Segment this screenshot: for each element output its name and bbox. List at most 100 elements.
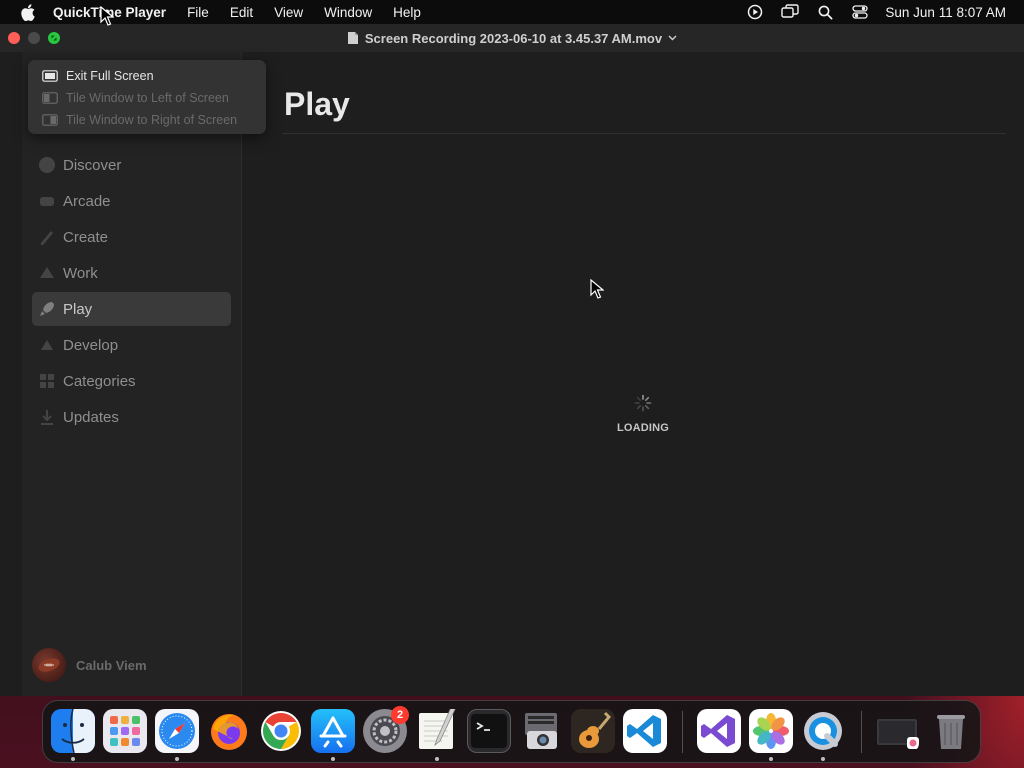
menu-help[interactable]: Help xyxy=(393,5,421,20)
app-store-icon xyxy=(319,716,347,748)
fullscreen-arrows-icon xyxy=(51,35,57,41)
avatar xyxy=(32,648,66,682)
sidebar-item-discover[interactable]: Discover xyxy=(32,148,231,182)
dock-app-firefox[interactable] xyxy=(207,709,251,753)
categories-icon xyxy=(40,374,54,388)
exit-full-screen-icon xyxy=(42,70,58,82)
tile-right-label: Tile Window to Right of Screen xyxy=(66,113,238,127)
screenshot-icon xyxy=(525,713,557,749)
spotlight-search-icon[interactable] xyxy=(816,3,834,21)
arcade-icon xyxy=(40,197,54,206)
launchpad-icon xyxy=(110,716,140,746)
dock-app-chrome[interactable] xyxy=(259,709,303,753)
tile-right-icon xyxy=(42,114,58,126)
exit-full-screen-item[interactable]: Exit Full Screen xyxy=(42,66,154,86)
sidebar-item-label: Arcade xyxy=(63,192,111,210)
dock-app-trash[interactable] xyxy=(929,709,973,753)
window-title-bar[interactable]: Screen Recording 2023-06-10 at 3.45.37 A… xyxy=(0,24,1024,52)
sidebar-item-categories[interactable]: Categories xyxy=(32,364,231,398)
tile-left-icon xyxy=(42,92,58,104)
fullscreen-window-button[interactable] xyxy=(48,32,60,44)
menu-view[interactable]: View xyxy=(274,5,303,20)
title-divider xyxy=(282,133,1006,134)
safari-icon xyxy=(159,713,195,749)
terminal-icon xyxy=(471,714,507,748)
sidebar-item-updates[interactable]: Updates xyxy=(32,400,231,434)
page-title: Play xyxy=(284,86,350,122)
chevron-down-icon[interactable] xyxy=(668,35,677,41)
notification-badge: 2 xyxy=(391,706,409,724)
dock-app-app-store[interactable] xyxy=(311,709,355,753)
dock-app-finder[interactable] xyxy=(51,709,95,753)
firefox-icon xyxy=(211,714,247,750)
sidebar-item-label: Discover xyxy=(63,156,122,174)
menu-edit[interactable]: Edit xyxy=(230,5,253,20)
develop-icon xyxy=(41,340,53,350)
control-center-icon[interactable] xyxy=(851,3,869,21)
trash-icon xyxy=(937,715,965,749)
sidebar-item-label: Develop xyxy=(63,336,119,354)
sidebar-item-label: Categories xyxy=(63,372,136,390)
dock-app-launchpad[interactable] xyxy=(103,709,147,753)
mouse-pointer-icon xyxy=(590,279,604,299)
football-icon xyxy=(38,658,60,672)
main-content: Play LOADING xyxy=(242,52,1024,696)
menu-file[interactable]: File xyxy=(187,5,209,20)
screen-mirroring-icon[interactable] xyxy=(781,3,800,21)
movie-file-icon xyxy=(347,32,358,44)
fullscreen-options-menu: Exit Full Screen Tile Window to Left of … xyxy=(28,60,266,134)
discover-icon xyxy=(39,157,55,173)
sidebar-item-arcade[interactable]: Arcade xyxy=(32,184,231,218)
sidebar-item-work[interactable]: Work xyxy=(32,256,231,290)
window-title: Screen Recording 2023-06-10 at 3.45.37 A… xyxy=(364,30,663,46)
updates-icon xyxy=(41,410,53,425)
exit-full-screen-label: Exit Full Screen xyxy=(66,69,154,83)
textedit-icon xyxy=(419,702,458,749)
menu-bar: QuickTime Player File Edit View Window H… xyxy=(0,0,1024,24)
work-icon xyxy=(40,267,54,278)
user-name: Calub Viem xyxy=(76,657,147,673)
rocket-icon xyxy=(40,302,54,316)
dock-separator xyxy=(682,711,683,753)
dock-app-safari[interactable] xyxy=(155,709,199,753)
finder-icon xyxy=(51,709,95,753)
apple-menu-icon[interactable] xyxy=(19,3,37,21)
sidebar-item-develop[interactable]: Develop xyxy=(32,328,231,362)
minimize-window-button[interactable] xyxy=(28,32,40,44)
dock: 2 xyxy=(42,700,981,763)
tile-right-item[interactable]: Tile Window to Right of Screen xyxy=(42,110,237,130)
dock-app-vscode[interactable] xyxy=(623,709,667,753)
dock-app-visual-studio[interactable] xyxy=(697,709,741,753)
sidebar-item-label: Create xyxy=(63,228,109,246)
create-icon xyxy=(41,231,53,245)
dock-app-terminal[interactable] xyxy=(467,709,511,753)
loading-label: LOADING xyxy=(616,422,670,434)
sidebar: Discover Arcade Create Work Play Develop… xyxy=(22,52,242,696)
garageband-icon xyxy=(571,709,615,753)
screen-recording-icon[interactable] xyxy=(746,3,764,21)
dock-separator xyxy=(861,711,862,753)
dock-app-textedit[interactable] xyxy=(415,702,459,753)
dock-app-garageband[interactable] xyxy=(571,709,615,753)
sidebar-item-label: Updates xyxy=(63,408,119,426)
user-account[interactable]: Calub Viem xyxy=(32,648,147,682)
dock-app-photos[interactable] xyxy=(749,709,793,753)
dock-app-screenshot[interactable] xyxy=(519,709,563,753)
menu-window[interactable]: Window xyxy=(324,5,372,20)
mouse-pointer-icon xyxy=(100,6,114,26)
sidebar-item-play[interactable]: Play xyxy=(32,292,231,326)
sidebar-item-label: Play xyxy=(63,300,93,318)
tile-left-item[interactable]: Tile Window to Left of Screen xyxy=(42,88,229,108)
dock-app-quicktime[interactable] xyxy=(801,709,845,753)
menu-bar-clock[interactable]: Sun Jun 11 8:07 AM xyxy=(885,5,1006,20)
dock-app-downloads[interactable] xyxy=(875,709,919,753)
close-window-button[interactable] xyxy=(8,32,20,44)
photos-icon xyxy=(753,713,789,749)
chrome-icon xyxy=(261,711,301,751)
downloads-stack-icon xyxy=(877,719,919,749)
tile-left-label: Tile Window to Left of Screen xyxy=(66,91,229,105)
sidebar-item-label: Work xyxy=(63,264,98,282)
quicktime-icon xyxy=(804,712,842,750)
loading-spinner-icon xyxy=(634,394,652,412)
sidebar-item-create[interactable]: Create xyxy=(32,220,231,254)
